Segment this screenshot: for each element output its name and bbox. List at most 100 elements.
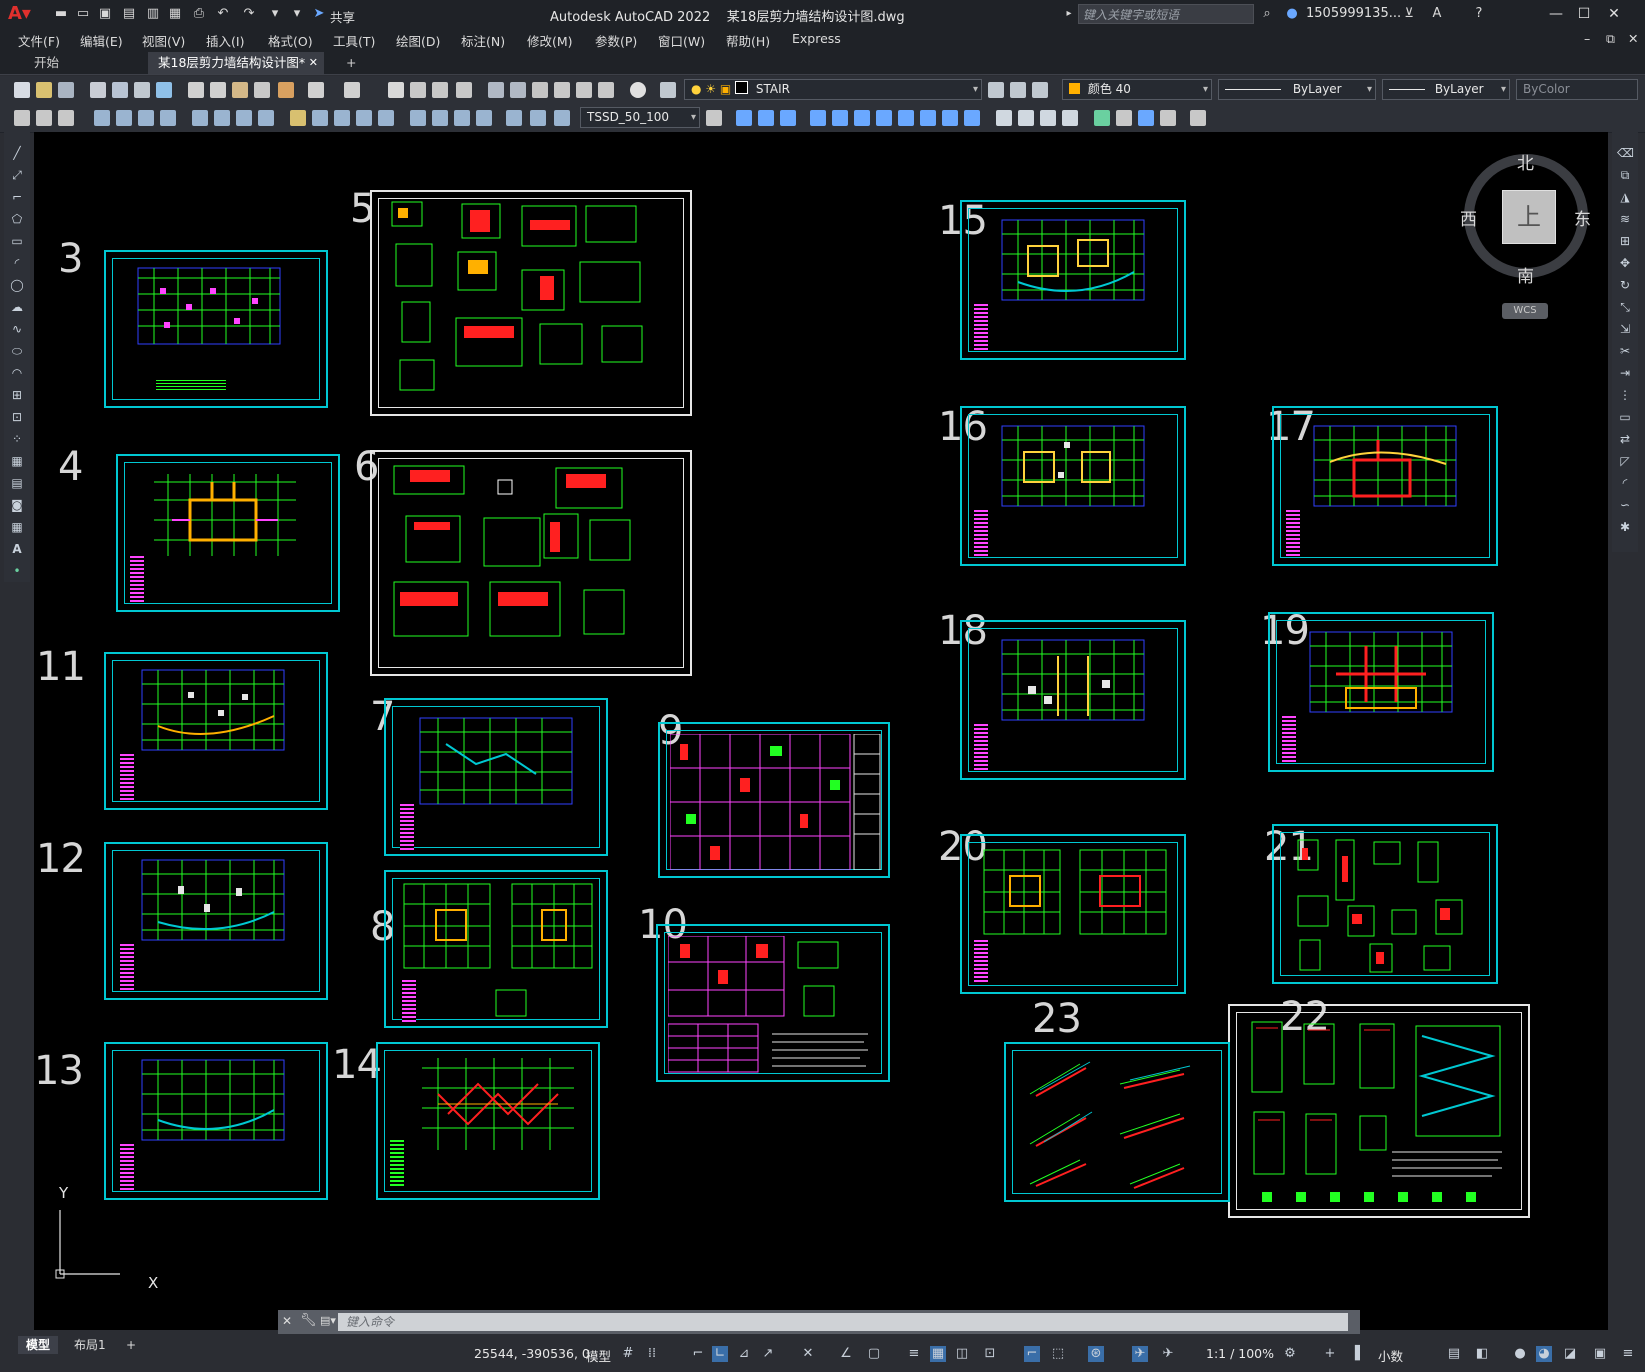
selection-cycling-icon[interactable]: ▢ — [866, 1346, 882, 1362]
save-web-icon[interactable]: ▦ — [166, 5, 184, 23]
lineweight-icon[interactable]: ∠ — [838, 1346, 854, 1362]
clean-screen-icon[interactable]: ▣ — [1592, 1346, 1608, 1362]
save-as-icon[interactable]: ▤ — [120, 5, 138, 23]
tab-start[interactable]: 开始 — [24, 52, 69, 74]
tool-palettes-icon[interactable] — [532, 82, 548, 98]
object-snap-tracking-icon[interactable]: ↗ — [760, 1346, 776, 1362]
plotstyle-select[interactable]: ByColor — [1516, 79, 1638, 100]
chamfer-icon[interactable]: ◸ — [1617, 454, 1633, 468]
region-tool-icon[interactable]: ◙ — [9, 498, 25, 512]
plot-icon[interactable]: ⎙ — [190, 5, 208, 23]
menu-help[interactable]: 帮助(H) — [726, 31, 770, 50]
sheet-20-frame[interactable] — [960, 834, 1186, 994]
view-tool-2-icon[interactable] — [758, 110, 774, 126]
compass-north[interactable]: 北 — [1517, 149, 1534, 174]
ortho-icon[interactable]: ⌐ — [690, 1346, 706, 1362]
open-web-icon[interactable]: ▥ — [144, 5, 162, 23]
tab-close-icon[interactable]: ✕ — [309, 52, 318, 74]
spline-tool-icon[interactable]: ∿ — [9, 322, 25, 336]
scale-icon[interactable]: ⤡ — [1617, 300, 1633, 314]
erase-icon[interactable]: ⌫ — [1617, 146, 1634, 160]
gradient-tool-icon[interactable]: ▤ — [9, 476, 25, 490]
quick-dimension-icon[interactable] — [290, 110, 306, 126]
text-style-select[interactable]: TSSD_50_100 ▾ — [580, 107, 700, 128]
annotation-scale[interactable]: 1:1 / 100% — [1206, 1346, 1274, 1361]
menu-modify[interactable]: 修改(M) — [527, 31, 573, 50]
view-tool-11-icon[interactable] — [964, 110, 980, 126]
hardware-acceleration-icon[interactable]: ◕ — [1536, 1346, 1552, 1362]
quick-properties-icon[interactable]: ▦ — [930, 1346, 946, 1362]
view-tool-3-icon[interactable] — [780, 110, 796, 126]
jogged-linear-icon[interactable] — [476, 110, 492, 126]
sheet-13-frame[interactable] — [104, 1042, 328, 1200]
view-tool-10-icon[interactable] — [942, 110, 958, 126]
cut-icon[interactable] — [188, 82, 204, 98]
units-icon[interactable]: ▌ — [1352, 1346, 1368, 1362]
share-icon[interactable]: ➤ — [310, 5, 328, 23]
sheet-6-frame[interactable] — [370, 450, 692, 676]
stretch-icon[interactable]: ⇲ — [1617, 322, 1633, 336]
polyline-tool-icon[interactable]: ⌐ — [9, 190, 25, 204]
dimension-text-edit-icon[interactable] — [530, 110, 546, 126]
dimension-break-icon[interactable] — [378, 110, 394, 126]
search-icon[interactable]: ⌕ — [1258, 5, 1276, 23]
hatch-tool-icon[interactable]: ▦ — [9, 454, 25, 468]
zoom-realtime-icon[interactable] — [410, 82, 426, 98]
search-input[interactable]: 键入关键字或短语 — [1078, 4, 1254, 24]
annotation-monitor-plus-icon[interactable]: + — [1322, 1346, 1338, 1362]
aligned-dimension-icon[interactable] — [116, 110, 132, 126]
sheet-set-icon[interactable] — [554, 82, 570, 98]
construction-line-icon[interactable]: ⤢ — [9, 168, 25, 182]
line-tool-icon[interactable]: ╱ — [9, 146, 25, 160]
sheet-4-frame[interactable] — [116, 454, 340, 612]
quickcalc-icon[interactable] — [598, 82, 614, 98]
match-properties-icon[interactable] — [254, 82, 270, 98]
compass-west[interactable]: 西 — [1460, 205, 1477, 230]
selection-filter-icon[interactable]: ⊡ — [982, 1346, 998, 1362]
circle-tool-icon[interactable]: ◯ — [9, 278, 25, 292]
wcs-menu[interactable]: WCS — [1502, 303, 1548, 319]
copy-icon[interactable] — [210, 82, 226, 98]
dimension-edit-icon[interactable] — [506, 110, 522, 126]
add-selected-icon[interactable]: • — [9, 564, 25, 578]
dimension-style-icon[interactable] — [706, 110, 722, 126]
insert-block-icon[interactable]: ⊞ — [9, 388, 25, 402]
fillet-icon[interactable]: ◜ — [1617, 476, 1633, 490]
isolate-objects-icon[interactable]: ● — [1512, 1346, 1528, 1362]
doc-minimize-icon[interactable]: – — [1584, 31, 1590, 46]
doc-close-icon[interactable]: ✕ — [1628, 31, 1638, 46]
layer-select[interactable]: ● ☀ ▣ STAIR ▾ — [684, 79, 982, 100]
lineweight-select[interactable]: ByLayer ▾ — [1382, 79, 1510, 100]
qnew-icon[interactable] — [14, 82, 30, 98]
menu-window[interactable]: 窗口(W) — [658, 31, 705, 50]
3d-osnap-icon[interactable]: ⬚ — [1050, 1346, 1066, 1362]
layer-properties-icon[interactable] — [660, 82, 676, 98]
compass-south[interactable]: 南 — [1517, 262, 1534, 287]
tab-layout1[interactable]: 布局1 — [66, 1336, 114, 1354]
isodraft-icon[interactable]: ⊿ — [736, 1346, 752, 1362]
menu-insert[interactable]: 插入(I) — [206, 31, 244, 50]
sheet-23-frame[interactable] — [1004, 1042, 1230, 1202]
ellipse-tool-icon[interactable]: ⬭ — [9, 344, 25, 358]
undo-icon[interactable]: ↶ — [214, 5, 232, 23]
sheet-17-frame[interactable] — [1272, 406, 1498, 566]
blend-curves-icon[interactable]: ∽ — [1617, 498, 1633, 512]
sheet-8-frame[interactable] — [384, 870, 608, 1028]
toolbar-help-icon[interactable] — [630, 82, 646, 98]
radius-dimension-icon[interactable] — [192, 110, 208, 126]
visual-style-2-icon[interactable] — [1018, 110, 1034, 126]
sheet-16-frame[interactable] — [960, 406, 1186, 566]
quick-props-icon[interactable]: ▤ — [1446, 1346, 1462, 1362]
zoom-window-icon[interactable] — [432, 82, 448, 98]
doc-restore-icon[interactable]: ⧉ — [1606, 31, 1615, 47]
explode-icon[interactable]: ✱ — [1617, 520, 1633, 534]
tssd-tool-1-icon[interactable] — [14, 110, 30, 126]
command-history-icon[interactable]: ▤▾ — [320, 1314, 336, 1327]
join-icon[interactable]: ⇄ — [1617, 432, 1633, 446]
gizmo-icon[interactable]: ⊛ — [1088, 1346, 1104, 1362]
redo-icon[interactable]: ↷ — [240, 5, 258, 23]
pan-icon[interactable] — [388, 82, 404, 98]
toolbar-undo-icon[interactable] — [308, 82, 324, 98]
properties-icon[interactable] — [488, 82, 504, 98]
sheet-19-frame[interactable] — [1268, 612, 1494, 772]
